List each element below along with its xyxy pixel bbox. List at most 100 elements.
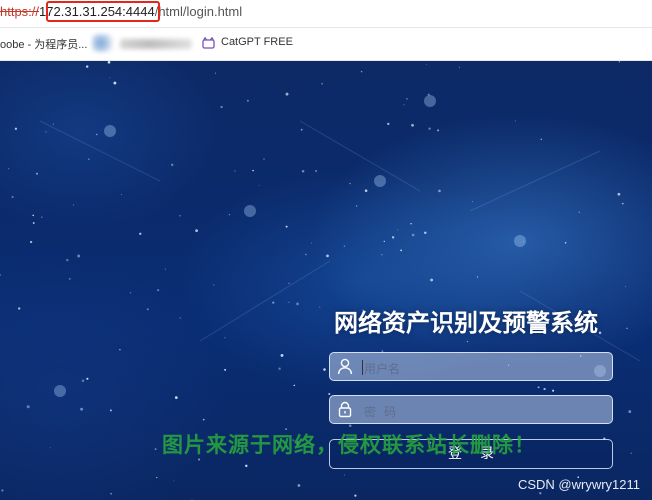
star-dot	[170, 163, 174, 167]
url-scheme: https://	[0, 4, 40, 19]
login-page: 网络资产识别及预警系统 用户名 密码 登录 图片来源于网络，侵权联系站长删除！ …	[0, 61, 652, 500]
star-dot	[228, 214, 230, 216]
user-icon	[337, 358, 353, 375]
star-dot	[293, 384, 296, 387]
star-dot	[348, 424, 352, 428]
star-dot	[403, 104, 405, 106]
star-dot	[522, 241, 524, 243]
star-dot	[113, 81, 117, 85]
glow-dot	[104, 125, 116, 137]
star-dot	[397, 229, 399, 231]
star-dot	[1, 489, 4, 492]
star-dot	[41, 216, 43, 218]
star-dot	[321, 83, 323, 85]
star-dot	[263, 158, 265, 160]
star-dot	[202, 418, 205, 421]
star-dot	[411, 123, 414, 127]
star-dot	[300, 128, 303, 131]
star-dot	[129, 291, 132, 294]
bookmark-catgpt[interactable]: CatGPT FREE	[221, 36, 293, 48]
star-dot	[383, 240, 386, 243]
star-dot	[96, 133, 98, 136]
star-dot	[311, 242, 313, 244]
star-dot	[0, 274, 1, 276]
star-dot	[245, 464, 248, 468]
star-dot	[85, 65, 89, 68]
star-dot	[391, 236, 395, 239]
glow-dot	[54, 385, 66, 397]
star-dot	[285, 92, 289, 96]
star-dot	[426, 63, 428, 65]
password-placeholder: 密码	[364, 405, 405, 419]
network-line	[469, 150, 601, 212]
address-bar[interactable]: https://172.31.31.254:4444/html/login.ht…	[0, 0, 652, 28]
star-dot	[157, 289, 160, 292]
star-dot	[438, 189, 441, 193]
star-dot	[49, 447, 51, 449]
star-dot	[466, 340, 469, 343]
star-dot	[387, 122, 390, 126]
star-dot	[32, 222, 35, 224]
star-dot	[139, 232, 142, 235]
star-dot	[220, 105, 223, 109]
star-dot	[68, 278, 71, 280]
glow-dot	[244, 205, 256, 217]
star-dot	[354, 494, 357, 497]
star-dot	[278, 367, 281, 370]
star-dot	[618, 61, 621, 63]
star-dot	[109, 409, 112, 412]
blurred-bookmark-icon[interactable]	[92, 34, 114, 52]
username-field[interactable]: 用户名	[329, 352, 613, 381]
glow-dot	[514, 235, 526, 247]
star-dot	[195, 229, 199, 233]
star-dot	[543, 387, 546, 391]
star-dot	[540, 138, 543, 141]
star-dot	[364, 189, 368, 192]
star-dot	[630, 452, 632, 454]
text-caret	[362, 360, 363, 375]
star-dot	[617, 192, 621, 196]
star-dot	[121, 194, 122, 195]
star-dot	[514, 120, 516, 122]
star-dot	[80, 407, 83, 411]
password-field[interactable]: 密码	[329, 395, 613, 424]
star-dot	[297, 484, 301, 487]
bookmark-item[interactable]: oobe - 为程序员...	[0, 36, 87, 52]
blurred-bookmark-label[interactable]	[120, 39, 192, 49]
star-dot	[472, 201, 474, 202]
star-dot	[400, 249, 403, 252]
star-dot	[349, 182, 351, 185]
star-dot	[328, 392, 331, 396]
network-line	[299, 120, 421, 192]
star-dot	[119, 349, 121, 351]
star-dot	[8, 168, 10, 170]
star-dot	[326, 254, 329, 258]
star-dot	[537, 386, 540, 389]
star-dot	[406, 98, 408, 100]
host-highlight-box	[46, 1, 160, 22]
star-dot	[626, 327, 628, 330]
star-dot	[36, 172, 38, 175]
network-line	[39, 120, 161, 182]
star-dot	[14, 127, 18, 130]
star-dot	[301, 170, 305, 173]
star-dot	[285, 225, 288, 228]
star-dot	[539, 491, 542, 495]
star-dot	[52, 123, 54, 125]
star-dot	[156, 476, 158, 479]
star-dot	[146, 308, 149, 311]
star-dot	[360, 70, 363, 73]
star-dot	[410, 222, 412, 225]
star-dot	[288, 301, 290, 303]
star-dot	[621, 202, 624, 205]
star-dot	[173, 480, 175, 482]
network-line	[199, 260, 331, 342]
star-dot	[11, 195, 14, 199]
star-dot	[107, 61, 111, 64]
star-dot	[343, 474, 345, 476]
csdn-credit: CSDN @wrywry1211	[517, 477, 640, 492]
star-dot	[458, 66, 460, 68]
bookmarks-bar: oobe - 为程序员... CatGPT FREE	[0, 28, 652, 61]
system-title: 网络资产识别及预警系统	[334, 309, 598, 337]
star-dot	[18, 307, 21, 310]
